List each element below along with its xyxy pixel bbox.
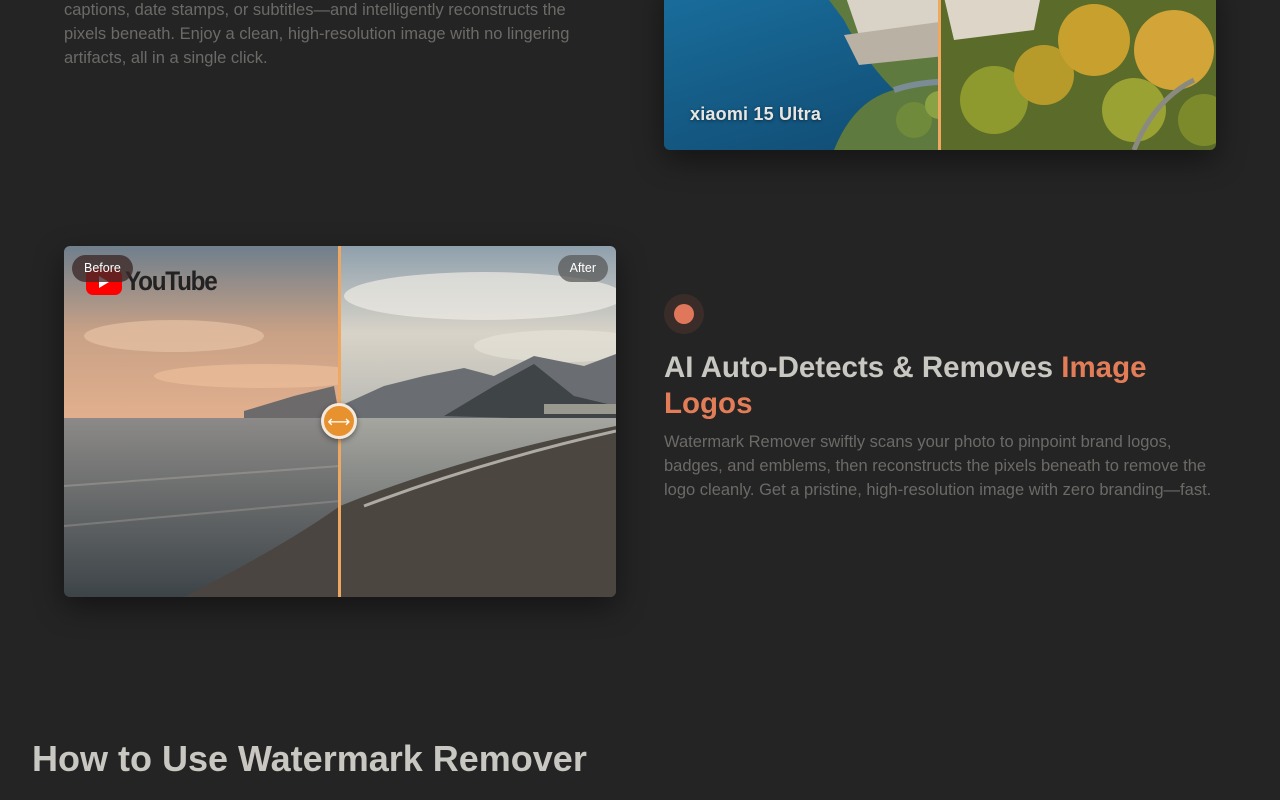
comparison-divider[interactable] — [938, 0, 941, 150]
castle-after-image — [940, 0, 1216, 150]
castle-before-image — [664, 0, 940, 150]
after-label: After — [557, 255, 608, 282]
feature-dot-icon — [664, 294, 704, 334]
how-to-section-title: How to Use Watermark Remover — [32, 738, 587, 779]
feature-description: Watermark Remover swiftly scans your pho… — [664, 433, 1212, 499]
before-label: Before — [72, 255, 133, 282]
logo-comparison-image[interactable]: YouTube ⟷ Before After — [64, 246, 616, 597]
camera-caption: xiaomi 15 Ultra — [690, 104, 822, 124]
after-image — [340, 246, 616, 597]
castle-comparison-image[interactable]: xiaomi 15 Ultra — [664, 0, 1216, 150]
dot-icon — [674, 304, 694, 324]
feature-title-plain: AI Auto-Detects & Removes — [664, 351, 1062, 384]
arrows-horizontal-icon: ⟷ — [327, 411, 351, 431]
youtube-watermark-text: YouTube — [125, 266, 218, 296]
previous-section-description: captions, date stamps, or subtitles—and … — [64, 1, 570, 67]
comparison-slider-handle[interactable]: ⟷ — [321, 403, 357, 439]
feature-title: AI Auto-Detects & Removes Image Logos — [664, 350, 1224, 422]
before-image — [64, 246, 340, 597]
